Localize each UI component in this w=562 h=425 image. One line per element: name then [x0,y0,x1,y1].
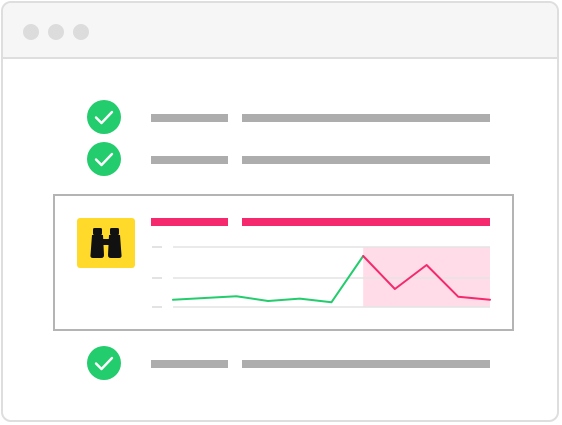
check-row [3,100,557,136]
check-circle-icon [87,346,121,380]
check-row [3,346,557,382]
check-circle-icon [87,142,121,176]
placeholder-label-bar [151,360,228,368]
placeholder-label-bar [151,156,228,164]
close-window-dot[interactable] [23,24,39,40]
title-bar [3,3,557,59]
placeholder-label-bar [151,114,228,122]
metric-chart [152,246,491,308]
placeholder-value-bar [242,114,490,122]
series-line-normal [172,255,365,304]
maximize-window-dot[interactable] [73,24,89,40]
minimize-window-dot[interactable] [48,24,64,40]
check-row [3,142,557,178]
browser-window [1,1,559,422]
anomaly-alert-card[interactable] [53,194,514,331]
check-circle-icon [87,100,121,134]
placeholder-value-bar [242,156,490,164]
placeholder-value-bar [242,360,490,368]
